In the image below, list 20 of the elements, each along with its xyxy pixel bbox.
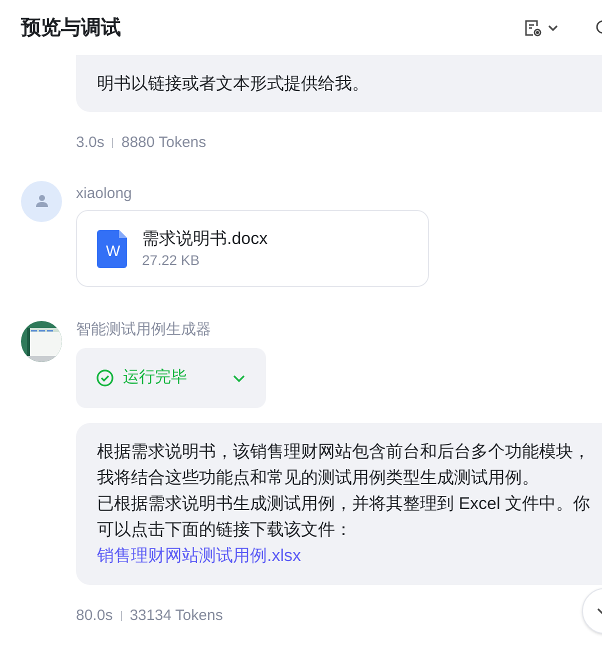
document-icon <box>97 230 127 268</box>
file-name: 需求说明书.docx <box>142 228 268 250</box>
duration-text: 80.0s <box>76 606 113 626</box>
file-size: 27.22 KB <box>142 250 201 270</box>
run-status-button[interactable]: 运行完毕 <box>76 348 266 408</box>
sender-name: xiaolong <box>76 184 133 204</box>
sender-name: 智能测试用例生成器 <box>76 320 212 340</box>
token-count: 8880 Tokens <box>121 133 206 153</box>
message-text: 明书以链接或者文本形式提供给我。 <box>97 73 370 95</box>
duration-text: 3.0s <box>76 133 104 153</box>
file-link[interactable]: 销售理财网站测试用例.xlsx <box>97 542 301 568</box>
file-card[interactable]: W 需求说明书.docx 27.22 KB <box>76 210 429 287</box>
page-title: 预览与调试 <box>21 16 121 40</box>
check-circle-icon <box>96 368 114 386</box>
user-avatar <box>21 180 62 222</box>
message-text: 根据需求说明书，该销售理财网站包含前台和后台多个功能模块，我将结合这些功能点和常见的测试用例类型生成测试用例。 <box>97 440 591 488</box>
debug-options-button[interactable] <box>523 18 559 38</box>
message-text: 已根据需求说明书生成测试用例，并将其整理到 Excel 文件中。你可以点击下面的链接下载该文件： <box>97 492 592 540</box>
file-type-letter: W <box>106 244 120 258</box>
token-count: 33134 Tokens <box>130 606 223 626</box>
